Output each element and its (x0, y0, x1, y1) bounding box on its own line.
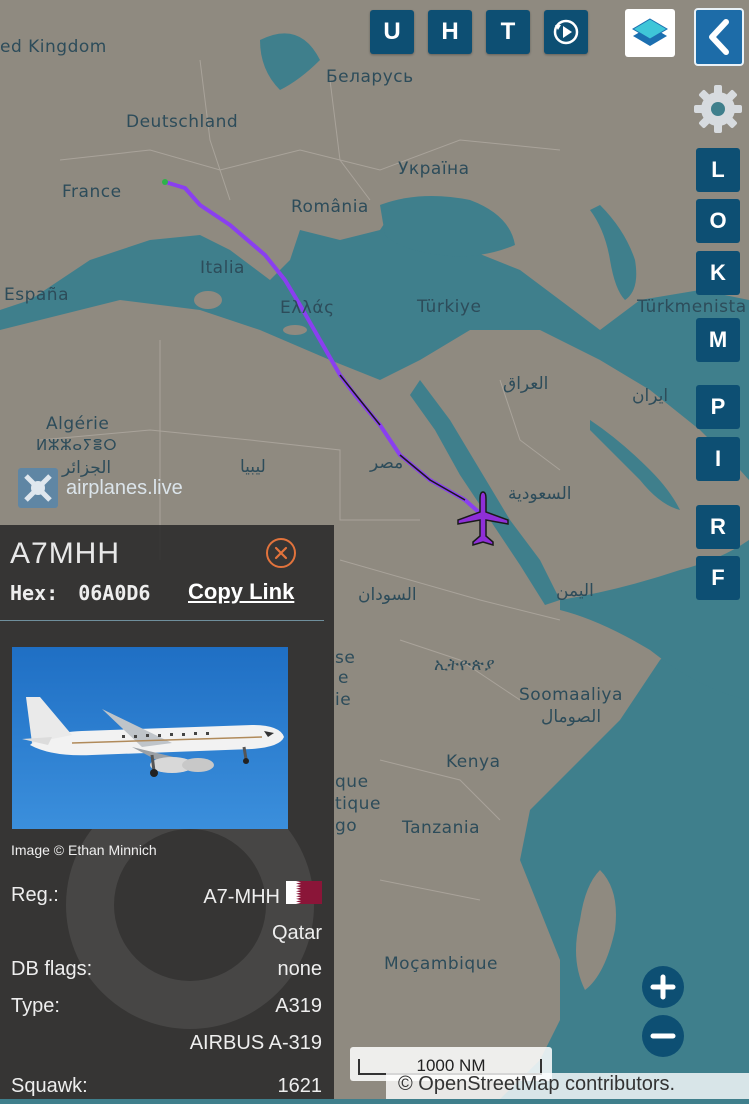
map-label-saudi: السعودية (508, 484, 572, 504)
airplanes-live-logo-icon (18, 468, 58, 508)
sidebar-p-button[interactable]: P (696, 385, 740, 429)
map-label-ukraine: Україна (398, 159, 470, 179)
sidebar-i-button[interactable]: I (696, 437, 740, 481)
replay-button[interactable] (544, 10, 588, 54)
map-label-fragment: go (335, 816, 358, 836)
map-label-algeria: Algérie (46, 414, 110, 434)
hex-row: Hex: 06A0D6 (10, 581, 150, 605)
qatar-flag-icon (286, 881, 322, 904)
replay-icon (553, 19, 579, 45)
watermark: airplanes.live (18, 468, 183, 508)
watermark-text: airplanes.live (66, 476, 183, 499)
copy-link[interactable]: Copy Link (188, 579, 294, 605)
map-label-france: France (62, 182, 122, 202)
map-label-mozambique: Moçambique (384, 954, 498, 974)
zoom-out-button[interactable] (642, 1015, 684, 1057)
panel-divider (0, 620, 324, 621)
map-label-yemen: اليمن (556, 581, 594, 601)
map-label-romania: România (291, 197, 369, 217)
map-label-egypt: مصر (370, 453, 404, 473)
map-label-italia: Italia (200, 258, 245, 278)
sidebar-k-button[interactable]: K (696, 251, 740, 295)
map-label-uk: ed Kingdom (0, 37, 107, 57)
close-panel-button[interactable] (266, 538, 296, 568)
map-label-fragment: tique (335, 794, 381, 814)
country-value: Qatar (271, 922, 322, 944)
aircraft-photo[interactable] (12, 647, 288, 829)
plus-icon (650, 974, 676, 1000)
type-value: A319 (275, 995, 322, 1017)
squawk-value: 1621 (277, 1075, 323, 1097)
sidebar-l-button[interactable]: L (696, 148, 740, 192)
layers-button[interactable] (625, 9, 675, 57)
map-label-somalia-arabic: الصومال (541, 707, 602, 727)
map-label-libya: ليبيا (240, 457, 266, 477)
map-label-turkmenistan: Türkmenista (637, 297, 747, 317)
map-label-iran: ایران (632, 386, 669, 406)
hex-label: Hex: (10, 581, 59, 605)
map-attribution[interactable]: © OpenStreetMap contributors. (386, 1073, 749, 1099)
minus-icon (650, 1033, 676, 1039)
map-label-fragment: ie (335, 690, 352, 710)
sidebar-m-button[interactable]: M (696, 318, 740, 362)
squawk-label: Squawk: (11, 1075, 88, 1097)
map-label-sudan: السودان (358, 585, 417, 605)
map-label-turkiye: Türkiye (417, 297, 482, 317)
map-label-belarus: Беларусь (326, 67, 414, 87)
layers-icon (632, 18, 668, 46)
map-label-fragment: que (335, 772, 369, 792)
zoom-in-button[interactable] (642, 966, 684, 1008)
collapse-sidebar-button[interactable] (694, 8, 744, 66)
toolbar-h-button[interactable]: H (428, 10, 472, 54)
gear-icon (694, 85, 742, 133)
type-label: Type: (11, 995, 60, 1017)
map-label-ethiopia: ኢትዮጵያ (434, 655, 496, 675)
map-label-tanzania: Tanzania (402, 818, 481, 838)
aircraft-callsign: A7MHH (10, 537, 121, 570)
toolbar-t-button[interactable]: T (486, 10, 530, 54)
sidebar-r-button[interactable]: R (696, 505, 740, 549)
image-credit[interactable]: Image © Ethan Minnich (11, 842, 157, 858)
map-label-kenya: Kenya (446, 752, 501, 772)
map-label-iraq: العراق (503, 374, 549, 394)
map-label-greece: Ελλάς (280, 298, 335, 318)
reg-value[interactable]: A7-MHH (203, 886, 280, 909)
map-label-algeria-tifinagh: ⵍⵣⵣⴰⵢⴻⵔ (36, 436, 118, 454)
dbflags-value: none (277, 958, 323, 980)
chevron-left-icon (709, 19, 729, 55)
close-icon (274, 546, 288, 560)
map-label-somalia: Soomaaliya (519, 685, 623, 705)
toolbar-u-button[interactable]: U (370, 10, 414, 54)
dbflags-label: DB flags: (11, 958, 93, 980)
map-label-deutschland: Deutschland (126, 112, 239, 132)
settings-button[interactable] (692, 82, 744, 136)
type-description: AIRBUS A-319 (189, 1032, 322, 1054)
map-label-fragment: se (335, 648, 356, 668)
sidebar-f-button[interactable]: F (696, 556, 740, 600)
map-label-fragment: e (338, 668, 349, 688)
map-label-espana: España (4, 285, 69, 305)
hex-value[interactable]: 06A0D6 (78, 581, 150, 605)
aircraft-info-panel: A7MHH Hex: 06A0D6 Copy Link Image © Etha… (0, 525, 334, 1099)
reg-label: Reg.: (11, 884, 59, 906)
selected-aircraft-marker[interactable] (456, 490, 510, 548)
aircraft-photo-image (12, 647, 288, 829)
sidebar-o-button[interactable]: O (696, 199, 740, 243)
